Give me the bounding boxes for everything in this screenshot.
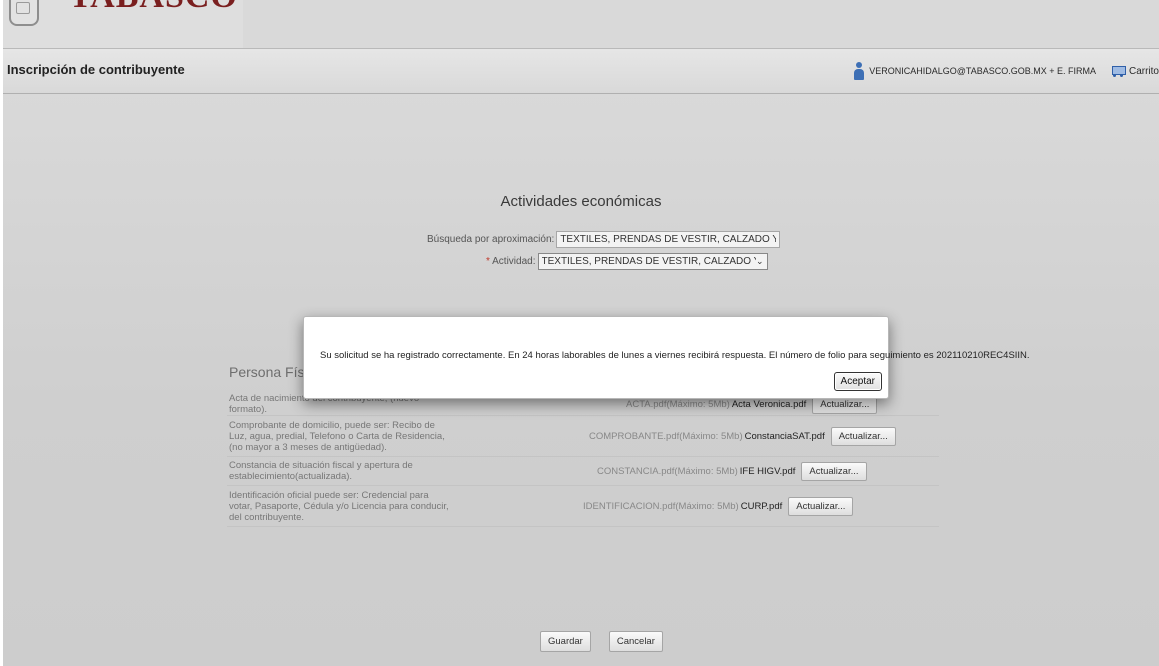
activity-select-value: TEXTILES, PRENDAS DE VESTIR, CALZADO Y O… (541, 256, 756, 267)
document-hint: IDENTIFICACION.pdf(Máximo: 5Mb) (583, 500, 739, 512)
search-input[interactable] (556, 231, 781, 248)
cart-icon[interactable] (1110, 64, 1126, 78)
document-file: CURP.pdf (740, 500, 783, 512)
search-row: Búsqueda por aproximación: (427, 231, 781, 248)
dialog-message: Su solicitud se ha registrado correctame… (320, 350, 1030, 361)
seal-icon (9, 0, 39, 26)
table-row: Constancia de situación fiscal y apertur… (227, 457, 939, 486)
document-hint: CONSTANCIA.pdf(Máximo: 5Mb) (597, 465, 738, 477)
save-button[interactable]: Guardar (540, 631, 591, 652)
user-email: VERONICAHIDALGO@TABASCO.GOB.MX + E. FIRM… (869, 66, 1096, 76)
activity-select[interactable]: TEXTILES, PRENDAS DE VESTIR, CALZADO Y O… (537, 253, 768, 270)
cancel-button[interactable]: Cancelar (608, 631, 663, 652)
user-icon (854, 62, 865, 80)
search-label: Búsqueda por aproximación: (427, 234, 555, 245)
activity-label: Actividad: (492, 256, 536, 267)
update-button[interactable]: Actualizar... (788, 496, 854, 516)
document-hint: COMPROBANTE.pdf(Máximo: 5Mb) (589, 430, 743, 442)
cart-link[interactable]: Carrito (1129, 66, 1159, 77)
update-button[interactable]: Actualizar... (830, 426, 896, 446)
confirmation-dialog: Su solicitud se ha registrado correctame… (303, 316, 1030, 399)
document-file: IFE HIGV.pdf (739, 465, 796, 477)
update-button[interactable]: Actualizar... (801, 461, 867, 481)
logo-text: TABASCO (69, 0, 238, 16)
document-description: Comprobante de domicilio, puede ser: Rec… (229, 419, 445, 453)
table-row: Comprobante de domicilio, puede ser: Rec… (227, 416, 939, 457)
page-title: Inscripción de contribuyente (7, 62, 185, 77)
section-title: Actividades económicas (500, 193, 662, 210)
accept-button[interactable]: Aceptar (833, 372, 882, 391)
document-description: Constancia de situación fiscal y apertur… (229, 460, 413, 482)
logo-area: TABASCO (3, 0, 243, 48)
document-file: Acta Veronica.pdf (731, 398, 807, 410)
document-hint: ACTA.pdf(Máximo: 5Mb) (626, 398, 730, 410)
header-bar: Inscripción de contribuyente VERONICAHID… (3, 49, 1159, 94)
app-window: TABASCO Inscripción de contribuyente VER… (3, 0, 1159, 666)
document-description: Identificación oficial puede ser: Creden… (229, 489, 449, 523)
documents-table: Acta de nacimiento del contribuyente, (n… (227, 393, 939, 527)
top-banner: TABASCO (3, 0, 1159, 50)
required-mark: * (486, 256, 490, 267)
user-area: VERONICAHIDALGO@TABASCO.GOB.MX + E. FIRM… (854, 61, 1159, 81)
footer-buttons: Guardar Cancelar (540, 631, 681, 652)
chevron-down-icon: ⌄ (755, 256, 764, 266)
table-row: Identificación oficial puede ser: Creden… (227, 486, 939, 527)
document-file: ConstanciaSAT.pdf (744, 430, 825, 442)
activity-row: * Actividad: TEXTILES, PRENDAS DE VESTIR… (486, 253, 768, 270)
